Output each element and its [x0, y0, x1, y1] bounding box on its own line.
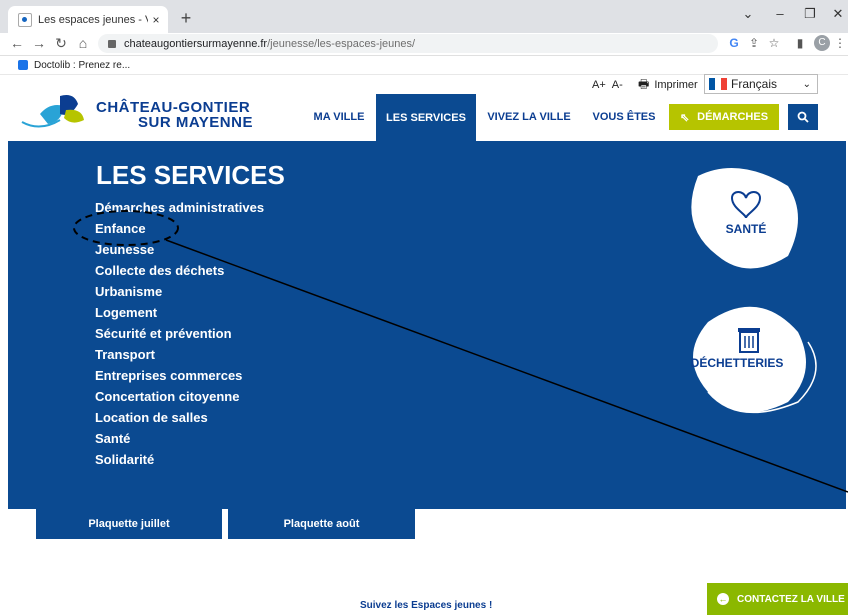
lock-icon [108, 39, 116, 48]
url-bar[interactable]: chateaugontiersurmayenne.fr /jeunesse/le… [98, 34, 718, 53]
print-link[interactable]: 🖶 Imprimer [638, 76, 698, 94]
service-link[interactable]: Entreprises commerces [95, 368, 242, 383]
doctolib-icon [18, 60, 28, 70]
nav-vous-etes[interactable]: VOUS ÊTES [586, 98, 662, 136]
service-link[interactable]: Collecte des déchets [95, 263, 224, 278]
chevron-down-icon: ⌄ [802, 78, 811, 90]
font-increase-button[interactable]: A+ [592, 79, 606, 91]
service-link[interactable]: Solidarité [95, 452, 154, 467]
bookmarks-bar: Doctolib : Prenez re... [0, 56, 848, 75]
bookmark-star-icon[interactable]: ☆ [766, 36, 782, 50]
logo-line-1: CHÂTEAU-GONTIER [96, 99, 251, 116]
panel-title: LES SERVICES [96, 160, 285, 190]
language-select[interactable]: Français ⌄ [704, 74, 818, 94]
service-link[interactable]: Jeunesse [95, 242, 154, 257]
printer-icon: 🖶 [638, 76, 650, 91]
cursor-click-icon: ⇖ [679, 111, 690, 124]
nav-les-services[interactable]: LES SERVICES [376, 94, 476, 141]
font-decrease-button[interactable]: A- [612, 79, 623, 91]
service-link[interactable]: Transport [95, 347, 155, 362]
url-path: /jeunesse/les-espaces-jeunes/ [267, 37, 416, 50]
browser-tab[interactable]: Les espaces jeunes - Ville de Châ × [8, 6, 168, 33]
service-link[interactable]: Santé [95, 431, 130, 446]
sante-card[interactable] [678, 156, 818, 276]
browser-menu-icon[interactable]: ⋮ [832, 36, 848, 50]
back-icon[interactable]: ← [8, 35, 26, 51]
nav-ma-ville[interactable]: MA VILLE [306, 98, 372, 136]
demarches-label: DÉMARCHES [697, 111, 769, 123]
demarches-button[interactable]: ⇖ DÉMARCHES [669, 104, 779, 130]
share-icon[interactable]: ⇪ [746, 36, 762, 50]
bookmark-doctolib[interactable]: Doctolib : Prenez re... [34, 60, 130, 71]
browser-tab-bar: Les espaces jeunes - Ville de Châ × + ⌄ … [0, 0, 848, 33]
profile-avatar[interactable]: C [814, 35, 830, 51]
service-link[interactable]: Location de salles [95, 410, 208, 425]
city-logo-text[interactable]: CHÂTEAU-GONTIER SUR MAYENNE [96, 100, 253, 130]
sante-card-label: SANTÉ [725, 222, 767, 236]
nav-vivez-la-ville[interactable]: VIVEZ LA VILLE [482, 98, 576, 136]
service-link[interactable]: Démarches administratives [95, 200, 264, 215]
service-link[interactable]: Enfance [95, 221, 146, 236]
arrow-left-icon: ← [717, 593, 729, 605]
contact-label: CONTACTEZ LA VILLE [737, 593, 845, 605]
home-icon[interactable]: ⌂ [74, 35, 92, 51]
plaquette-aout-button[interactable]: Plaquette août [228, 509, 415, 539]
logo-line-2: SUR MAYENNE [138, 114, 253, 131]
service-link[interactable]: Concertation citoyenne [95, 389, 239, 404]
search-button[interactable] [788, 104, 818, 130]
search-icon [797, 111, 809, 123]
language-value: Français [731, 77, 778, 91]
service-link[interactable]: Logement [95, 305, 157, 320]
minimize-icon[interactable]: – [770, 6, 790, 21]
suivez-heading: Suivez les Espaces jeunes ! [360, 600, 493, 611]
site-favicon-icon [18, 12, 32, 27]
google-icon[interactable]: G [726, 36, 742, 50]
tab-close-icon[interactable]: × [148, 13, 164, 27]
dechetteries-card-label: DÉCHETTERIES [690, 356, 784, 370]
tab-search-icon[interactable]: ⌄ [738, 6, 758, 22]
french-flag-icon [709, 78, 727, 90]
new-tab-button[interactable]: + [176, 8, 196, 29]
font-size-controls: A+ A- [592, 76, 623, 94]
service-link[interactable]: Urbanisme [95, 284, 162, 299]
service-link[interactable]: Sécurité et prévention [95, 326, 232, 341]
side-panel-icon[interactable]: ▮ [792, 36, 808, 50]
tab-title: Les espaces jeunes - Ville de Châ [38, 13, 148, 26]
reload-icon[interactable]: ↻ [52, 35, 70, 52]
contact-button[interactable]: ← CONTACTEZ LA VILLE [707, 583, 848, 615]
address-bar-row: ← → ↻ ⌂ chateaugontiersurmayenne.fr /jeu… [0, 33, 848, 56]
print-label: Imprimer [654, 79, 698, 91]
forward-icon[interactable]: → [30, 35, 48, 51]
url-domain: chateaugontiersurmayenne.fr [124, 37, 268, 50]
restore-icon[interactable]: ❐ [800, 6, 820, 22]
close-window-icon[interactable]: ✕ [828, 6, 848, 22]
plaquette-juillet-button[interactable]: Plaquette juillet [36, 509, 222, 539]
